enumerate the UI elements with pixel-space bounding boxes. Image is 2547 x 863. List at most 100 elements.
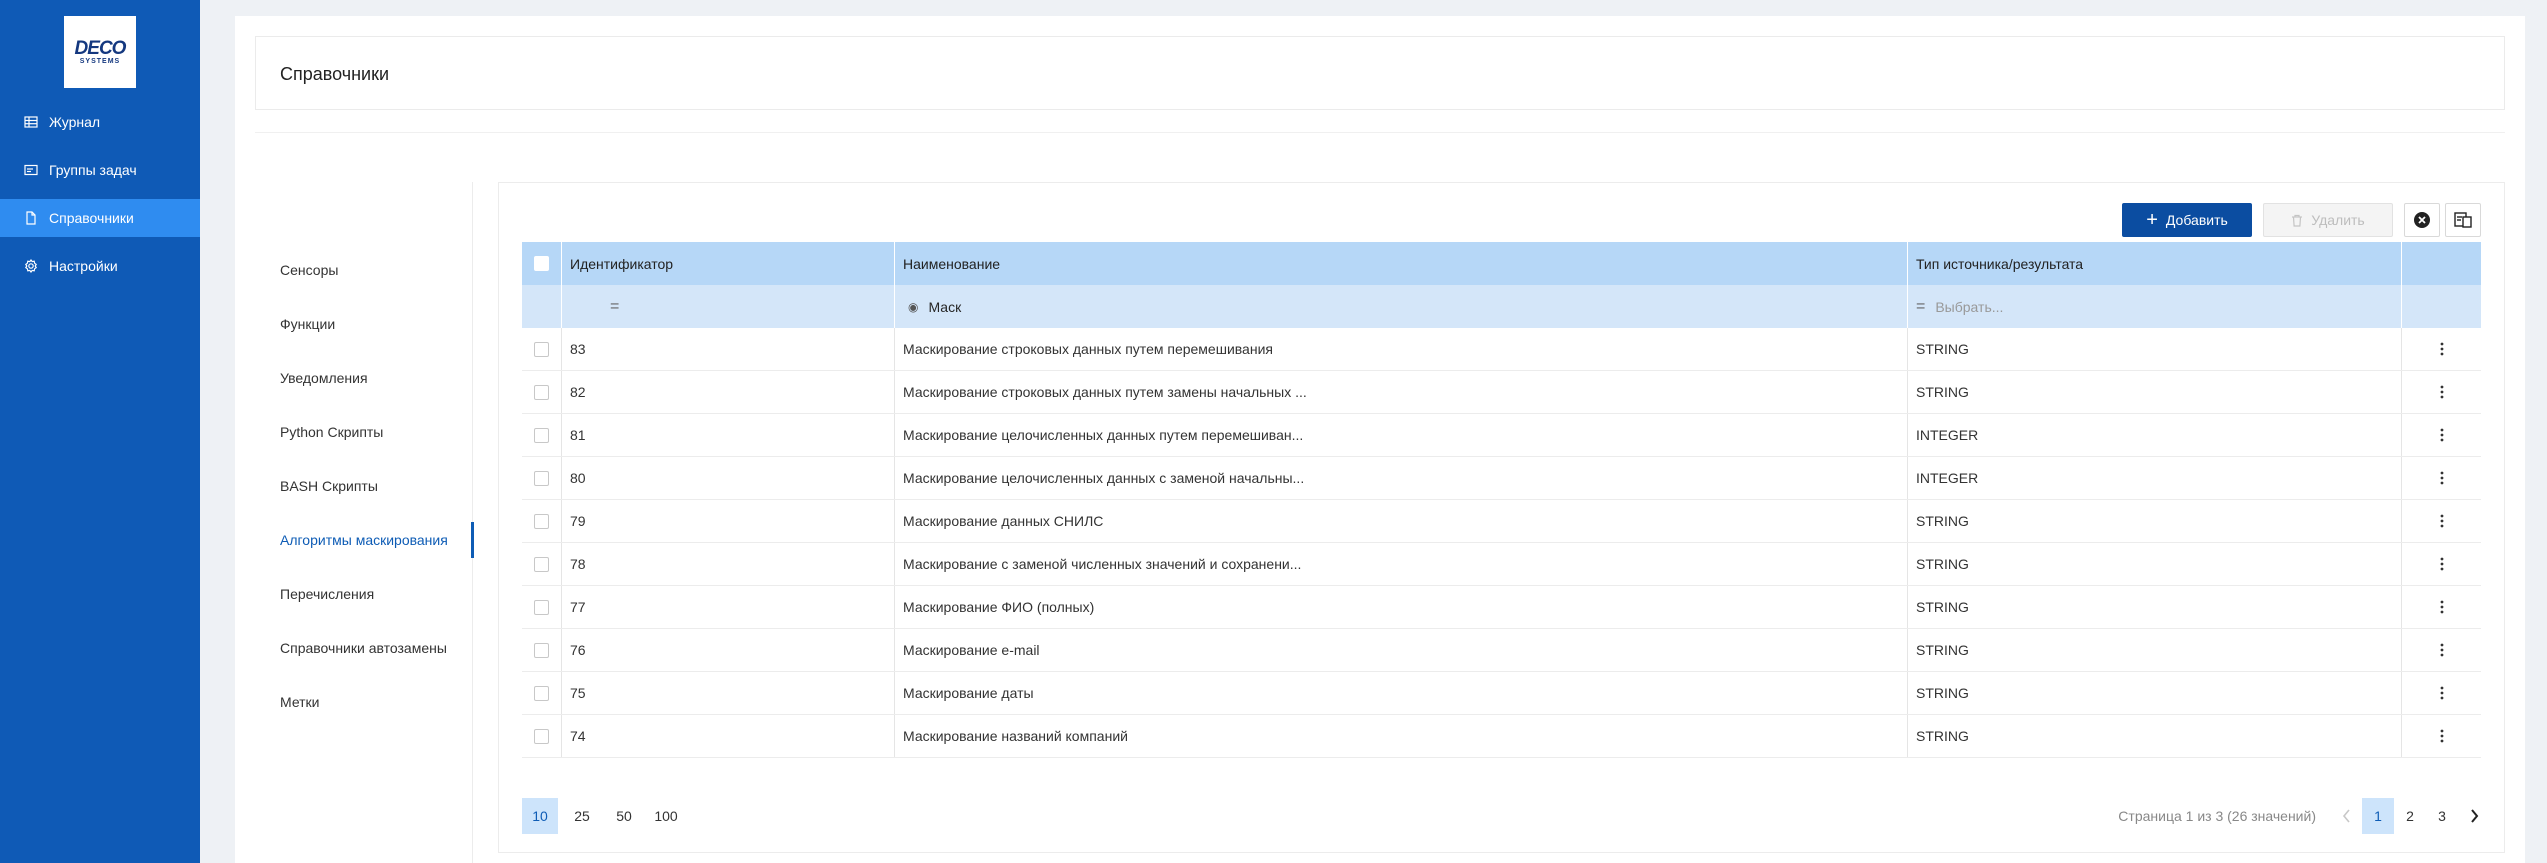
- main-nav: Журнал Группы задач Справочники Настройк…: [0, 103, 200, 295]
- row-checkbox[interactable]: [534, 599, 549, 615]
- page-size-option[interactable]: 25: [564, 798, 600, 834]
- more-vertical-icon[interactable]: [2440, 514, 2444, 528]
- row-actions-cell: [2402, 371, 2481, 413]
- row-actions-cell: [2402, 672, 2481, 714]
- more-vertical-icon[interactable]: [2440, 643, 2444, 657]
- table-header: Идентификатор Наименование Тип источника…: [522, 242, 2481, 285]
- prev-page-button[interactable]: [2330, 798, 2362, 834]
- row-actions-cell: [2402, 328, 2481, 370]
- table-row[interactable]: 75 Маскирование даты STRING: [522, 672, 2481, 715]
- more-vertical-icon[interactable]: [2440, 428, 2444, 442]
- submenu-item-autoreplace[interactable]: Справочники автозамены: [280, 630, 473, 666]
- nav-item-settings[interactable]: Настройки: [0, 247, 200, 285]
- row-checkbox[interactable]: [534, 384, 549, 400]
- equals-icon[interactable]: =: [610, 298, 619, 316]
- more-vertical-icon[interactable]: [2440, 557, 2444, 571]
- close-circle-icon: [2414, 212, 2430, 228]
- cell-name: Маскирование строковых данных путем пере…: [895, 328, 1908, 370]
- cell-name: Маскирование строковых данных путем заме…: [895, 371, 1908, 413]
- delete-button[interactable]: Удалить: [2263, 203, 2393, 237]
- directory-menu: Сенсоры Функции Уведомления Python Скрип…: [255, 182, 474, 863]
- name-filter-input[interactable]: Маск: [928, 299, 961, 315]
- row-checkbox[interactable]: [534, 728, 549, 744]
- submenu-item-enumerations[interactable]: Перечисления: [280, 576, 473, 612]
- more-vertical-icon[interactable]: [2440, 471, 2444, 485]
- page-button-1[interactable]: 1: [2362, 798, 2394, 834]
- row-checkbox[interactable]: [534, 470, 549, 486]
- cell-name: Маскирование ФИО (полных): [895, 586, 1908, 628]
- nav-label: Настройки: [49, 258, 118, 274]
- cell-type: STRING: [1908, 715, 2402, 757]
- column-header-id[interactable]: Идентификатор: [562, 242, 895, 285]
- row-actions-cell: [2402, 543, 2481, 585]
- table-row[interactable]: 79 Маскирование данных СНИЛС STRING: [522, 500, 2481, 543]
- column-header-name[interactable]: Наименование: [895, 242, 1908, 285]
- table-row[interactable]: 77 Маскирование ФИО (полных) STRING: [522, 586, 2481, 629]
- row-checkbox[interactable]: [534, 642, 549, 658]
- table-row[interactable]: 81 Маскирование целочисленных данных путе…: [522, 414, 2481, 457]
- table-row[interactable]: 83 Маскирование строковых данных путем пе…: [522, 328, 2481, 371]
- row-actions-cell: [2402, 414, 2481, 456]
- table-row[interactable]: 80 Маскирование целочисленных данных с за…: [522, 457, 2481, 500]
- page-button-2[interactable]: 2: [2394, 798, 2426, 834]
- name-filter[interactable]: ◉ Маск: [895, 285, 1908, 328]
- table-row[interactable]: 78 Маскирование с заменой численных значе…: [522, 543, 2481, 586]
- cell-type: STRING: [1908, 328, 2402, 370]
- table-row[interactable]: 82 Маскирование строковых данных путем за…: [522, 371, 2481, 414]
- table-row[interactable]: 76 Маскирование e-mail STRING: [522, 629, 2481, 672]
- submenu-item-tags[interactable]: Метки: [280, 684, 473, 720]
- clear-filters-button[interactable]: [2404, 203, 2440, 237]
- cell-type: INTEGER: [1908, 457, 2402, 499]
- contains-icon[interactable]: ◉: [908, 300, 918, 314]
- more-vertical-icon[interactable]: [2440, 600, 2444, 614]
- cell-name: Маскирование данных СНИЛС: [895, 500, 1908, 542]
- submenu-item-bash-scripts[interactable]: BASH Скрипты: [280, 468, 473, 504]
- page-size-option[interactable]: 50: [606, 798, 642, 834]
- row-checkbox-cell: [522, 457, 562, 499]
- more-vertical-icon[interactable]: [2440, 342, 2444, 356]
- select-all-checkbox[interactable]: [534, 256, 549, 271]
- row-checkbox[interactable]: [534, 341, 549, 357]
- columns-settings-button[interactable]: [2445, 203, 2481, 237]
- row-actions-cell: [2402, 715, 2481, 757]
- row-checkbox[interactable]: [534, 427, 549, 443]
- nav-item-task-groups[interactable]: Группы задач: [0, 151, 200, 189]
- nav-item-journal[interactable]: Журнал: [0, 103, 200, 141]
- chevron-right-icon: [2470, 809, 2478, 823]
- nav-item-directories[interactable]: Справочники: [0, 199, 200, 237]
- more-vertical-icon[interactable]: [2440, 385, 2444, 399]
- submenu-item-sensors[interactable]: Сенсоры: [280, 252, 473, 288]
- table-row[interactable]: 74 Маскирование названий компаний STRING: [522, 715, 2481, 758]
- more-vertical-icon[interactable]: [2440, 729, 2444, 743]
- add-button[interactable]: + Добавить: [2122, 203, 2252, 237]
- cell-type: STRING: [1908, 586, 2402, 628]
- page-size-option[interactable]: 100: [648, 798, 684, 834]
- column-header-type[interactable]: Тип источника/результата: [1908, 242, 2402, 285]
- submenu-item-masking-algorithms[interactable]: Алгоритмы маскирования: [280, 522, 474, 558]
- submenu-item-python-scripts[interactable]: Python Скрипты: [280, 414, 473, 450]
- type-filter-select[interactable]: Выбрать...: [1935, 299, 2003, 315]
- row-checkbox[interactable]: [534, 513, 549, 529]
- nav-label: Группы задач: [49, 162, 137, 178]
- page-button-3[interactable]: 3: [2426, 798, 2458, 834]
- row-checkbox[interactable]: [534, 685, 549, 701]
- column-header-actions: [2402, 242, 2481, 285]
- page-info: Страница 1 из 3 (26 значений): [2118, 808, 2316, 824]
- page-size-option[interactable]: 10: [522, 798, 558, 834]
- logo[interactable]: DECO SYSTEMS: [64, 16, 136, 88]
- pagination: Страница 1 из 3 (26 значений) 1 2 3: [2118, 798, 2490, 834]
- cell-type: STRING: [1908, 672, 2402, 714]
- type-filter[interactable]: = Выбрать...: [1908, 285, 2402, 328]
- row-checkbox-cell: [522, 629, 562, 671]
- submenu-item-notifications[interactable]: Уведомления: [280, 360, 473, 396]
- filter-empty-cell: [522, 285, 562, 328]
- cell-type: STRING: [1908, 543, 2402, 585]
- submenu-item-functions[interactable]: Функции: [280, 306, 473, 342]
- cell-id: 75: [562, 672, 895, 714]
- id-filter[interactable]: =: [562, 285, 895, 328]
- cell-name: Маскирование целочисленных данных с заме…: [895, 457, 1908, 499]
- equals-icon[interactable]: =: [1916, 298, 1925, 316]
- row-checkbox[interactable]: [534, 556, 549, 572]
- more-vertical-icon[interactable]: [2440, 686, 2444, 700]
- next-page-button[interactable]: [2458, 798, 2490, 834]
